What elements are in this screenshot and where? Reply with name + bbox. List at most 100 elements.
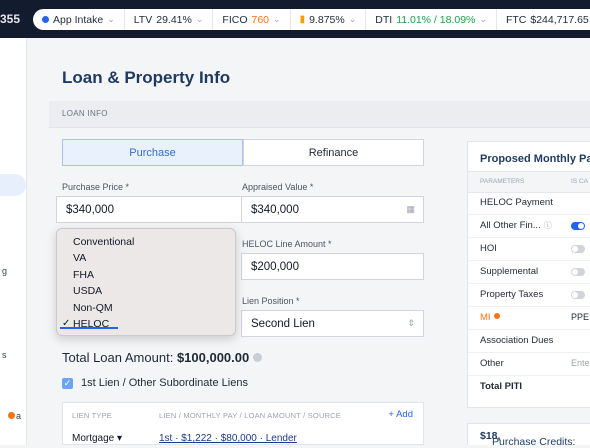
- purchase-credits: Purchase Credits: $18,: [480, 430, 575, 448]
- payment-row: HELOC Payment: [468, 191, 590, 215]
- loan-type-dropdown[interactable]: Conventional VA FHA USDA Non-QM HELOC: [56, 228, 236, 336]
- sidebar: g s a: [0, 38, 27, 445]
- dropdown-option-fha[interactable]: FHA: [57, 267, 235, 283]
- lien-detail-header: LIEN / MONTHLY PAY / LOAN AMOUNT / SOURC…: [159, 411, 341, 420]
- toggle-switch[interactable]: [571, 222, 585, 230]
- dropdown-option-heloc[interactable]: HELOC: [57, 316, 235, 333]
- caret-down-icon: ▾: [117, 433, 123, 444]
- fico-label: FICO: [222, 13, 248, 26]
- lien-position-label: Lien Position *: [242, 296, 300, 306]
- payment-row: Property Taxes: [468, 283, 590, 307]
- dti-label: DTI: [375, 13, 393, 26]
- subordinate-liens-label: 1st Lien / Other Subordinate Liens: [81, 377, 248, 389]
- lien-detail-link[interactable]: 1st · $1,222 · $80,000 · Lender: [159, 433, 297, 444]
- focus-underline: [60, 327, 118, 329]
- heloc-line-input[interactable]: $200,000: [241, 253, 424, 280]
- lien-type-value: Mortgage: [72, 433, 115, 444]
- panel-title: Proposed Monthly Payr: [480, 153, 590, 165]
- row-name: MI: [480, 312, 500, 323]
- sidebar-item-label[interactable]: s: [2, 350, 7, 360]
- row-name: Other: [480, 358, 504, 369]
- payment-row: HOI: [468, 237, 590, 261]
- appraised-value-text: $340,000: [251, 203, 299, 216]
- row-value[interactable]: PPE: [571, 312, 589, 322]
- total-loan-value: $100,000.00: [176, 350, 250, 365]
- total-loan-label: Total Loan Amount:: [62, 350, 174, 365]
- sidebar-item-label[interactable]: g: [2, 266, 7, 276]
- warning-icon: [493, 313, 500, 319]
- loan-purpose-tabs: Purchase Refinance: [62, 139, 424, 166]
- lien-position-value: Second Lien: [251, 317, 315, 330]
- dti-dropdown[interactable]: DTI 11.01% / 18.09% ⌄: [366, 9, 497, 30]
- chevron-down-icon: ⌄: [348, 14, 357, 24]
- sidebar-item-active[interactable]: [0, 174, 26, 196]
- row-name: Supplemental: [480, 266, 539, 277]
- payment-row: All Other Fin... ⓘ: [468, 214, 590, 238]
- purchase-price-input[interactable]: $340,000: [56, 196, 242, 223]
- dropdown-option-va[interactable]: VA: [57, 250, 235, 266]
- loan-metrics-bar: App Intake ⌄ LTV 29.41% ⌄ FICO 760 ⌄ ▮ 9…: [33, 9, 590, 30]
- dropdown-option-usda[interactable]: USDA: [57, 283, 235, 299]
- chevron-down-icon: ⌄: [195, 14, 204, 24]
- col-calc: IS CA: [571, 178, 588, 185]
- subordinate-liens-row: ✓ 1st Lien / Other Subordinate Liens: [62, 377, 248, 389]
- section-label: LOAN INFO: [62, 109, 108, 118]
- appraised-value-input[interactable]: $340,000 ▦: [241, 196, 424, 223]
- proposed-payment-panel: Proposed Monthly Payr PARAMETERS IS CA H…: [467, 141, 590, 408]
- row-value-input[interactable]: Ente: [571, 358, 590, 368]
- loan-number-fragment: 355: [0, 12, 21, 26]
- warning-icon: [8, 412, 15, 419]
- info-icon[interactable]: ⓘ: [544, 220, 552, 231]
- calculator-icon[interactable]: ▦: [406, 204, 415, 215]
- lock-icon: ▮: [299, 14, 306, 25]
- payment-row: Other Ente: [468, 352, 590, 376]
- lien-type-select[interactable]: Mortgage ▾: [72, 433, 122, 444]
- payment-row: Total PITI: [468, 375, 590, 398]
- credits-label: Purchase Credits:: [492, 436, 576, 448]
- row-name: Association Dues: [480, 335, 554, 346]
- subordinate-liens-checkbox[interactable]: ✓: [62, 377, 73, 389]
- status-value: App Intake: [53, 13, 104, 26]
- fico-value: 760: [251, 13, 270, 26]
- chevron-down-icon: ⌄: [479, 14, 487, 24]
- total-loan-amount: Total Loan Amount: $100,000.00: [62, 350, 263, 365]
- ftc-dropdown[interactable]: FTC $244,717.65 ⌄: [497, 9, 590, 30]
- rate-dropdown[interactable]: ▮ 9.875% ⌄: [291, 9, 367, 30]
- row-name: Total PITI: [480, 381, 523, 392]
- ltv-value: 29.41%: [156, 13, 192, 26]
- heloc-line-label: HELOC Line Amount *: [242, 239, 332, 249]
- info-icon[interactable]: [253, 353, 263, 362]
- select-arrows-icon: ⇕: [407, 318, 415, 328]
- rate-value: 9.875%: [309, 13, 345, 26]
- payment-row: MI PPE: [468, 306, 590, 330]
- panel-column-headers: PARAMETERS IS CA: [468, 171, 590, 193]
- dropdown-option-non-qm[interactable]: Non-QM: [57, 300, 235, 316]
- purchase-price-label: Purchase Price *: [62, 182, 130, 192]
- fico-dropdown[interactable]: FICO 760 ⌄: [213, 9, 291, 30]
- lien-position-select[interactable]: Second Lien ⇕: [241, 310, 424, 337]
- row-name-text: MI: [480, 312, 491, 323]
- purchase-credits-panel: Purchase Credits: $18,: [467, 423, 590, 448]
- row-name: HELOC Payment: [480, 197, 553, 208]
- dropdown-option-conventional[interactable]: Conventional: [57, 234, 235, 250]
- status-dropdown[interactable]: App Intake ⌄: [33, 9, 125, 30]
- col-parameters: PARAMETERS: [480, 178, 525, 185]
- sidebar-item-label[interactable]: a: [16, 411, 21, 421]
- appraised-value-label: Appraised Value *: [242, 182, 314, 192]
- liens-table: LIEN TYPE LIEN / MONTHLY PAY / LOAN AMOU…: [62, 402, 424, 445]
- chevron-down-icon: ⌄: [273, 14, 281, 24]
- loan-info-section-header: LOAN INFO: [49, 101, 590, 128]
- row-name-text: All Other Fin...: [480, 220, 541, 231]
- add-lien-button[interactable]: + Add: [388, 409, 413, 420]
- toggle-switch[interactable]: [571, 245, 585, 253]
- toggle-switch[interactable]: [571, 268, 585, 276]
- ftc-value: $244,717.65: [530, 13, 589, 26]
- tab-purchase[interactable]: Purchase: [62, 139, 243, 166]
- ftc-label: FTC: [505, 13, 527, 26]
- toggle-switch[interactable]: [571, 291, 585, 299]
- row-name: HOI: [480, 243, 497, 254]
- row-name: Property Taxes: [480, 289, 544, 300]
- ltv-dropdown[interactable]: LTV 29.41% ⌄: [125, 9, 214, 30]
- chevron-down-icon: ⌄: [107, 14, 115, 24]
- tab-refinance[interactable]: Refinance: [243, 139, 424, 166]
